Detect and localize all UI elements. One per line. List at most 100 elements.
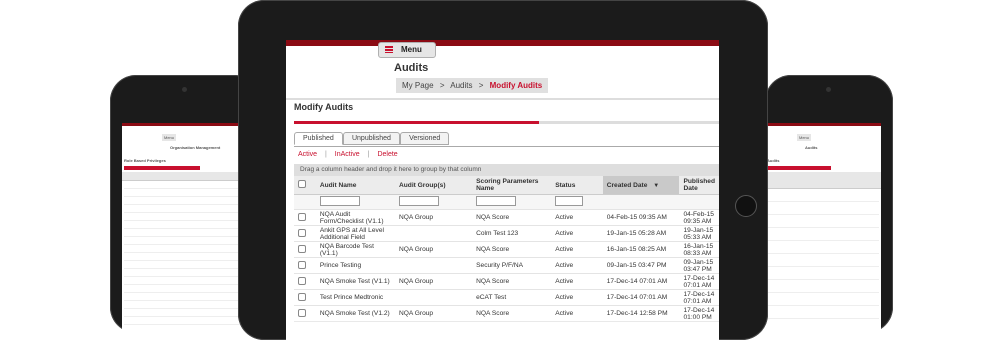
created-date-cell: 09-Jan-15 03:47 PM [602, 257, 680, 274]
tab-unpublished[interactable]: Unpublished [342, 132, 400, 145]
col-scoring-parameters[interactable]: Scoring Parameters Name [472, 176, 552, 195]
menu-icon [385, 46, 393, 53]
audit-group-cell: NQA Group [395, 209, 473, 226]
left-menu-tab[interactable]: Menu [162, 134, 177, 141]
table-row[interactable]: NQA Audit Form/Checklist (V1.1) NQA Grou… [294, 209, 719, 226]
filter-row [294, 194, 719, 210]
audit-group-cell: NQA Group [395, 241, 473, 258]
audit-name-filter-input[interactable] [319, 196, 360, 206]
table-row[interactable]: Prince Testing Security P/F/NA Active 09… [294, 257, 719, 274]
breadcrumb-separator: > [478, 81, 484, 90]
table-row[interactable] [124, 197, 246, 205]
table-row[interactable] [767, 254, 879, 267]
col-status[interactable]: Status [551, 176, 603, 195]
table-row[interactable] [124, 269, 246, 277]
table-row[interactable] [124, 317, 246, 325]
table-row[interactable] [124, 221, 246, 229]
table-row[interactable] [124, 245, 246, 253]
col-created-date[interactable]: Created Date ▼ [602, 176, 680, 195]
left-page-title: Organisation Management [170, 145, 221, 150]
table-row[interactable] [124, 285, 246, 293]
status-cell: Active [551, 225, 603, 242]
table-row[interactable] [124, 229, 246, 237]
home-button[interactable] [735, 195, 757, 217]
action-links: Active | InActive | Delete [298, 151, 398, 158]
table-row[interactable] [767, 267, 879, 280]
col-audit-name[interactable]: Audit Name [315, 176, 395, 195]
delete-link[interactable]: Delete [377, 151, 397, 158]
table-row[interactable] [124, 309, 246, 317]
audit-name-cell[interactable]: NQA Smoke Test (V1.1) [315, 273, 395, 290]
bottom-fade [286, 316, 719, 340]
breadcrumb-home[interactable]: My Page [402, 81, 434, 90]
row-checkbox[interactable] [298, 260, 306, 269]
group-by-bar[interactable]: Drag a column header and drop it here to… [294, 164, 719, 176]
audit-name-cell[interactable]: Prince Testing [315, 257, 395, 274]
audit-name-cell[interactable]: NQA Audit Form/Checklist (V1.1) [315, 209, 395, 226]
table-row[interactable]: NQA Barcode Test (V1.1) NQA Group NQA Sc… [294, 241, 719, 258]
right-section-title: Audits [767, 158, 780, 163]
created-date-cell: 04-Feb-15 09:35 AM [602, 209, 680, 226]
table-row[interactable] [124, 277, 246, 285]
menu-button[interactable]: Menu [378, 42, 436, 58]
right-tablet-screen: Menu Audits Audits [765, 123, 881, 333]
table-row[interactable] [767, 215, 879, 228]
scoring-cell: NQA Score [472, 209, 552, 226]
left-tablet-camera [182, 87, 187, 92]
table-row[interactable] [124, 253, 246, 261]
table-row[interactable] [124, 213, 246, 221]
progress-bar-fill [294, 121, 539, 124]
table-row[interactable]: Ankit GPS at All Level Additional Field … [294, 225, 719, 242]
created-date-cell: 16-Jan-15 08:25 AM [602, 241, 680, 258]
col-audit-group[interactable]: Audit Group(s) [395, 176, 473, 195]
table-row[interactable] [124, 237, 246, 245]
row-checkbox[interactable] [298, 228, 306, 237]
row-select-cell [294, 209, 316, 226]
audit-name-cell[interactable]: NQA Barcode Test (V1.1) [315, 241, 395, 258]
tab-versioned[interactable]: Versioned [400, 132, 450, 145]
scoring-filter-input[interactable] [476, 196, 517, 206]
table-row[interactable]: Test Prince Medtronic eCAT Test Active 1… [294, 289, 719, 306]
filter-cell [294, 194, 316, 210]
table-row[interactable] [767, 293, 879, 306]
table-row[interactable] [767, 228, 879, 241]
inactive-link[interactable]: InActive [335, 151, 360, 158]
table-row[interactable] [767, 189, 879, 202]
table-row[interactable] [124, 293, 246, 301]
filter-cell [472, 194, 552, 210]
tab-published[interactable]: Published [294, 132, 343, 145]
scoring-cell: NQA Score [472, 241, 552, 258]
row-checkbox[interactable] [298, 244, 306, 253]
page-title: Audits [394, 62, 429, 74]
table-row[interactable] [767, 280, 879, 293]
table-row[interactable] [124, 181, 246, 189]
row-checkbox[interactable] [298, 292, 306, 301]
center-tablet: Menu Audits My Page > Audits > Modify Au… [238, 0, 768, 340]
right-menu-tab[interactable]: Menu [797, 134, 812, 141]
table-row[interactable]: NQA Smoke Test (V1.1) NQA Group NQA Scor… [294, 273, 719, 290]
row-checkbox[interactable] [298, 212, 306, 221]
audit-name-cell[interactable]: Test Prince Medtronic [315, 289, 395, 306]
table-row[interactable] [767, 241, 879, 254]
status-filter-input[interactable] [555, 196, 584, 206]
table-row[interactable] [767, 306, 879, 319]
table-row[interactable] [767, 202, 879, 215]
sort-descending-icon: ▼ [653, 182, 660, 189]
audit-group-filter-input[interactable] [399, 196, 439, 206]
table-row[interactable] [124, 301, 246, 309]
table-row[interactable] [124, 189, 246, 197]
scoring-cell: Colm Test 123 [472, 225, 552, 242]
table-row[interactable] [124, 261, 246, 269]
col-published-date[interactable]: Published Date [679, 176, 719, 195]
active-link[interactable]: Active [298, 151, 317, 158]
published-date-cell: 04-Feb-15 09:35 AM [679, 209, 719, 226]
row-checkbox[interactable] [298, 276, 306, 285]
select-all-checkbox[interactable] [298, 180, 306, 188]
tab-strip: Published Unpublished Versioned [294, 132, 450, 145]
left-grid-header [122, 172, 248, 181]
breadcrumb-audits[interactable]: Audits [450, 81, 472, 90]
published-date-cell: 19-Jan-15 05:33 AM [679, 225, 719, 242]
table-row[interactable] [124, 205, 246, 213]
audit-name-cell[interactable]: Ankit GPS at All Level Additional Field [315, 225, 395, 242]
left-tablet-screen: Menu Organisation Management Role Based … [122, 123, 248, 333]
